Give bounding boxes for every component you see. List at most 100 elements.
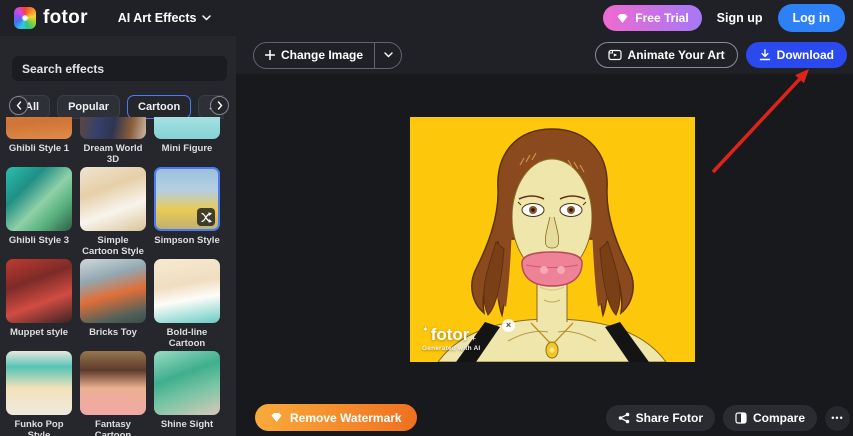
effect-label: Mini Figure bbox=[154, 143, 220, 154]
tabs-scroll-right-button[interactable] bbox=[210, 96, 229, 115]
effect-thumbnail[interactable] bbox=[6, 351, 72, 415]
tab-popular[interactable]: Popular bbox=[57, 95, 120, 119]
diamond-icon bbox=[270, 412, 283, 423]
watermark-close-icon[interactable]: × bbox=[502, 319, 515, 332]
effect-label: Bricks Toy bbox=[80, 327, 146, 338]
effect-thumbnail[interactable] bbox=[80, 259, 146, 323]
effect-item-ghibli-style-3[interactable]: Ghibli Style 3 bbox=[6, 167, 72, 259]
effect-item-dream-world-3d[interactable]: Dream World 3D bbox=[80, 117, 146, 167]
share-fotor-label: Share Fotor bbox=[636, 411, 703, 425]
chevron-down-icon bbox=[384, 52, 393, 58]
chevron-left-icon bbox=[16, 101, 22, 110]
watermark-row: ✦ fotor + bbox=[422, 327, 480, 343]
header-bar: fotor AI Art Effects Free Trial Sign up … bbox=[0, 0, 853, 36]
generated-artwork[interactable]: ✦ fotor + Generated with AI × bbox=[410, 117, 695, 362]
nav-dropdown-ai-art-effects[interactable]: AI Art Effects bbox=[118, 11, 212, 25]
sparkle-icon: ✦ bbox=[422, 325, 429, 334]
effect-label: Ghibli Style 1 bbox=[6, 143, 72, 154]
remove-watermark-label: Remove Watermark bbox=[290, 411, 402, 425]
download-icon bbox=[759, 49, 771, 61]
remove-watermark-button[interactable]: Remove Watermark bbox=[255, 404, 417, 431]
effect-thumbnail[interactable] bbox=[80, 351, 146, 415]
effect-item-bricks-toy[interactable]: Bricks Toy bbox=[80, 259, 146, 351]
editor-toolbar: Change Image Animate Your Art bbox=[236, 36, 853, 74]
free-trial-button[interactable]: Free Trial bbox=[603, 5, 701, 31]
effect-thumbnail[interactable] bbox=[154, 117, 220, 139]
effect-label: Ghibli Style 3 bbox=[6, 235, 72, 246]
effect-thumbnail[interactable] bbox=[154, 351, 220, 415]
shuffle-icon bbox=[201, 212, 212, 223]
change-image-dropdown[interactable] bbox=[375, 43, 401, 68]
effects-list-viewport[interactable]: Ghibli Style 1 Dream World 3D Mini Figur… bbox=[0, 117, 236, 436]
effect-thumbnail[interactable] bbox=[6, 259, 72, 323]
compare-icon bbox=[735, 412, 747, 424]
effect-item-shine-sight[interactable]: Shine Sight bbox=[154, 351, 220, 436]
search-input[interactable] bbox=[12, 56, 227, 81]
download-button[interactable]: Download bbox=[746, 42, 847, 68]
plus-icon bbox=[265, 50, 275, 60]
fotor-logo-icon bbox=[14, 7, 36, 29]
effect-item-ghibli-style-1[interactable]: Ghibli Style 1 bbox=[6, 117, 72, 167]
effect-thumbnail[interactable] bbox=[154, 259, 220, 323]
animate-your-art-button[interactable]: Animate Your Art bbox=[595, 42, 738, 68]
category-tabs: All Popular Cartoon Sketch Wa bbox=[0, 93, 224, 120]
share-icon bbox=[618, 412, 630, 424]
effect-item-bold-line-cartoon[interactable]: Bold-line Cartoon bbox=[154, 259, 220, 351]
compare-label: Compare bbox=[753, 411, 805, 425]
effect-thumbnail[interactable] bbox=[80, 167, 146, 231]
footer-right: Share Fotor Compare ••• bbox=[606, 405, 850, 431]
log-in-button[interactable]: Log in bbox=[778, 4, 846, 32]
effect-item-mini-figure[interactable]: Mini Figure bbox=[154, 117, 220, 167]
effect-thumbnail[interactable] bbox=[6, 117, 72, 139]
shuffle-badge[interactable] bbox=[197, 208, 215, 226]
effect-item-muppet-style[interactable]: Muppet style bbox=[6, 259, 72, 351]
footer-left: Remove Watermark bbox=[255, 404, 417, 431]
chevron-down-icon bbox=[202, 15, 211, 21]
video-icon bbox=[608, 49, 622, 61]
nav-dropdown-label: AI Art Effects bbox=[118, 11, 197, 25]
effects-sidebar: All Popular Cartoon Sketch Wa Ghibli Sty… bbox=[0, 36, 236, 436]
effect-label: Simple Cartoon Style bbox=[80, 235, 146, 257]
effect-label: Fantasy Cartoon bbox=[80, 419, 146, 436]
effect-label: Bold-line Cartoon bbox=[154, 327, 220, 349]
watermark-subtext: Generated with AI bbox=[422, 345, 480, 352]
fotor-logo[interactable]: fotor bbox=[14, 7, 88, 29]
compare-button[interactable]: Compare bbox=[723, 405, 817, 431]
download-label: Download bbox=[777, 48, 834, 62]
change-image-main[interactable]: Change Image bbox=[254, 43, 374, 68]
effects-grid: Ghibli Style 1 Dream World 3D Mini Figur… bbox=[0, 117, 236, 436]
tabs-scroll-left-button[interactable] bbox=[9, 96, 28, 115]
header-actions: Free Trial Sign up Log in bbox=[603, 4, 845, 32]
effect-item-simpson-style-selected[interactable]: Simpson Style bbox=[154, 167, 220, 259]
log-in-label: Log in bbox=[793, 11, 831, 25]
brand-name: fotor bbox=[43, 7, 88, 29]
sign-up-link[interactable]: Sign up bbox=[717, 11, 763, 25]
effect-label: Funko Pop Style bbox=[6, 419, 72, 436]
plus-sparkle-icon: + bbox=[471, 334, 476, 343]
app-window: fotor AI Art Effects Free Trial Sign up … bbox=[0, 0, 853, 436]
share-fotor-button[interactable]: Share Fotor bbox=[606, 405, 715, 431]
effect-item-simple-cartoon-style[interactable]: Simple Cartoon Style bbox=[80, 167, 146, 259]
watermark-brand: fotor bbox=[431, 327, 470, 343]
effect-label: Shine Sight bbox=[154, 419, 220, 430]
watermark: ✦ fotor + Generated with AI × bbox=[422, 327, 480, 352]
editor-main: Change Image Animate Your Art bbox=[236, 36, 853, 436]
change-image-button[interactable]: Change Image bbox=[253, 42, 402, 69]
more-options-icon: ••• bbox=[831, 413, 843, 423]
change-image-label: Change Image bbox=[281, 48, 363, 62]
effect-label: Simpson Style bbox=[154, 235, 220, 246]
animate-your-art-label: Animate Your Art bbox=[628, 48, 725, 62]
effect-thumbnail[interactable] bbox=[80, 117, 146, 139]
diamond-icon bbox=[616, 13, 629, 24]
effect-item-fantasy-cartoon[interactable]: Fantasy Cartoon bbox=[80, 351, 146, 436]
effect-label: Dream World 3D bbox=[80, 143, 146, 165]
chevron-right-icon bbox=[217, 101, 223, 110]
tab-cartoon[interactable]: Cartoon bbox=[127, 95, 191, 119]
effect-item-funko-pop-style[interactable]: Funko Pop Style bbox=[6, 351, 72, 436]
more-options-button[interactable]: ••• bbox=[825, 406, 850, 431]
effect-label: Muppet style bbox=[6, 327, 72, 338]
effect-thumbnail[interactable] bbox=[6, 167, 72, 231]
free-trial-label: Free Trial bbox=[635, 11, 688, 25]
effect-thumbnail[interactable] bbox=[154, 167, 220, 231]
toolbar-actions: Animate Your Art Download bbox=[595, 42, 847, 68]
